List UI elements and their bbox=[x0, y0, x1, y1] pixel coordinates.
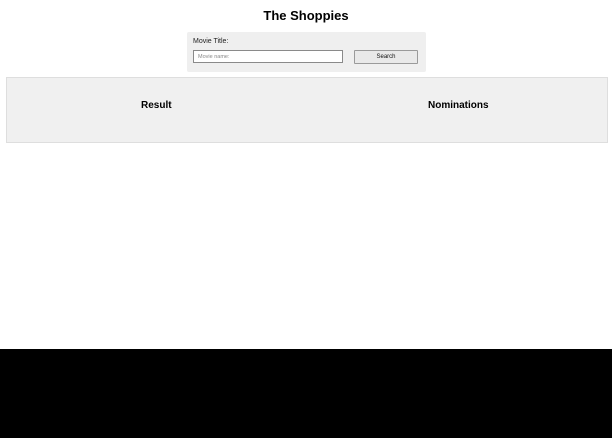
movie-search-input[interactable] bbox=[193, 50, 343, 63]
search-panel: Movie Title: Search bbox=[187, 32, 426, 72]
black-footer-band bbox=[0, 349, 612, 438]
page: The Shoppies Movie Title: Search Result … bbox=[0, 0, 612, 438]
search-button[interactable]: Search bbox=[354, 50, 418, 64]
results-section: Result Nominations bbox=[6, 77, 608, 143]
result-heading: Result bbox=[141, 100, 172, 111]
nominations-heading: Nominations bbox=[428, 100, 489, 111]
page-title: The Shoppies bbox=[263, 8, 349, 23]
movie-title-label: Movie Title: bbox=[193, 38, 229, 45]
